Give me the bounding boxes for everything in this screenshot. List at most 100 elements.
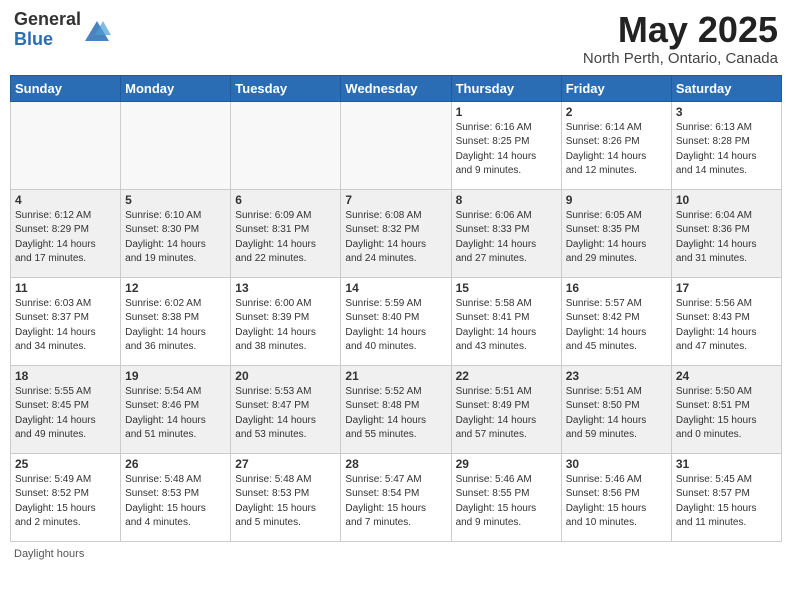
day-info: Sunrise: 6:02 AM Sunset: 8:38 PM Dayligh… bbox=[125, 297, 226, 355]
day-cell bbox=[341, 101, 451, 189]
day-info: Sunrise: 5:57 AM Sunset: 8:42 PM Dayligh… bbox=[566, 297, 667, 355]
day-cell: 11Sunrise: 6:03 AM Sunset: 8:37 PM Dayli… bbox=[11, 277, 121, 365]
day-cell: 1Sunrise: 6:16 AM Sunset: 8:25 PM Daylig… bbox=[451, 101, 561, 189]
week-row-4: 18Sunrise: 5:55 AM Sunset: 8:45 PM Dayli… bbox=[11, 365, 782, 453]
day-cell: 18Sunrise: 5:55 AM Sunset: 8:45 PM Dayli… bbox=[11, 365, 121, 453]
day-info: Sunrise: 5:45 AM Sunset: 8:57 PM Dayligh… bbox=[676, 473, 777, 531]
day-number: 24 bbox=[676, 369, 777, 383]
day-cell: 27Sunrise: 5:48 AM Sunset: 8:53 PM Dayli… bbox=[231, 453, 341, 541]
day-cell: 2 Sunrise: 6:14 AM Sunset: 8:26 PM Daylig… bbox=[561, 101, 671, 189]
day-number: 4 bbox=[15, 193, 116, 207]
day-number: 12 bbox=[125, 281, 226, 295]
day-number: 18 bbox=[15, 369, 116, 383]
day-number: 9 bbox=[566, 193, 667, 207]
day-number: 31 bbox=[676, 457, 777, 471]
day-cell: 31 Sunrise: 5:45 AM Sunset: 8:57 PM Dayli… bbox=[671, 453, 781, 541]
day-number: 15 bbox=[456, 281, 557, 295]
day-info: Sunrise: 5:56 AM Sunset: 8:43 PM Dayligh… bbox=[676, 297, 777, 355]
day-header-thursday: Thursday bbox=[451, 75, 561, 101]
day-number: 27 bbox=[235, 457, 336, 471]
day-cell: 7 Sunrise: 6:08 AM Sunset: 8:32 PM Daylig… bbox=[341, 189, 451, 277]
day-number: 30 bbox=[566, 457, 667, 471]
day-cell: 14 Sunrise: 5:59 AM Sunset: 8:40 PM Dayli… bbox=[341, 277, 451, 365]
day-info: Sunrise: 6:12 AM Sunset: 8:29 PM Dayligh… bbox=[15, 209, 116, 267]
day-cell: 17 Sunrise: 5:56 AM Sunset: 8:43 PM Dayli… bbox=[671, 277, 781, 365]
day-info: Sunrise: 6:09 AM Sunset: 8:31 PM Dayligh… bbox=[235, 209, 336, 267]
day-cell: 5Sunrise: 6:10 AM Sunset: 8:30 PM Daylig… bbox=[121, 189, 231, 277]
day-number: 3 bbox=[676, 105, 777, 119]
day-info: Sunrise: 5:58 AM Sunset: 8:41 PM Dayligh… bbox=[456, 297, 557, 355]
day-info: Sunrise: 6:05 AM Sunset: 8:35 PM Dayligh… bbox=[566, 209, 667, 267]
day-number: 16 bbox=[566, 281, 667, 295]
day-cell: 6 Sunrise: 6:09 AM Sunset: 8:31 PM Daylig… bbox=[231, 189, 341, 277]
day-info: Sunrise: 5:53 AM Sunset: 8:47 PM Dayligh… bbox=[235, 385, 336, 443]
day-info: Sunrise: 6:08 AM Sunset: 8:32 PM Dayligh… bbox=[345, 209, 446, 267]
day-info: Sunrise: 5:46 AM Sunset: 8:55 PM Dayligh… bbox=[456, 473, 557, 531]
day-number: 19 bbox=[125, 369, 226, 383]
day-cell: 24Sunrise: 5:50 AM Sunset: 8:51 PM Dayli… bbox=[671, 365, 781, 453]
day-number: 7 bbox=[345, 193, 446, 207]
week-row-5: 25Sunrise: 5:49 AM Sunset: 8:52 PM Dayli… bbox=[11, 453, 782, 541]
day-number: 25 bbox=[15, 457, 116, 471]
day-number: 13 bbox=[235, 281, 336, 295]
day-number: 14 bbox=[345, 281, 446, 295]
location: North Perth, Ontario, Canada bbox=[583, 50, 778, 67]
day-cell: 3 Sunrise: 6:13 AM Sunset: 8:28 PM Daylig… bbox=[671, 101, 781, 189]
day-number: 28 bbox=[345, 457, 446, 471]
day-cell: 8 Sunrise: 6:06 AM Sunset: 8:33 PM Daylig… bbox=[451, 189, 561, 277]
day-number: 23 bbox=[566, 369, 667, 383]
day-info: Sunrise: 6:14 AM Sunset: 8:26 PM Dayligh… bbox=[566, 121, 667, 179]
day-number: 26 bbox=[125, 457, 226, 471]
day-info: Sunrise: 6:00 AM Sunset: 8:39 PM Dayligh… bbox=[235, 297, 336, 355]
day-cell: 25Sunrise: 5:49 AM Sunset: 8:52 PM Dayli… bbox=[11, 453, 121, 541]
day-info: Sunrise: 6:13 AM Sunset: 8:28 PM Dayligh… bbox=[676, 121, 777, 179]
day-number: 2 bbox=[566, 105, 667, 119]
day-number: 20 bbox=[235, 369, 336, 383]
day-cell: 22 Sunrise: 5:51 AM Sunset: 8:49 PM Dayli… bbox=[451, 365, 561, 453]
day-number: 17 bbox=[676, 281, 777, 295]
day-cell bbox=[231, 101, 341, 189]
day-cell: 16 Sunrise: 5:57 AM Sunset: 8:42 PM Dayli… bbox=[561, 277, 671, 365]
day-cell: 4 Sunrise: 6:12 AM Sunset: 8:29 PM Daylig… bbox=[11, 189, 121, 277]
day-info: Sunrise: 6:04 AM Sunset: 8:36 PM Dayligh… bbox=[676, 209, 777, 267]
day-info: Sunrise: 5:48 AM Sunset: 8:53 PM Dayligh… bbox=[125, 473, 226, 531]
day-cell: 26 Sunrise: 5:48 AM Sunset: 8:53 PM Dayli… bbox=[121, 453, 231, 541]
day-number: 8 bbox=[456, 193, 557, 207]
day-info: Sunrise: 6:06 AM Sunset: 8:33 PM Dayligh… bbox=[456, 209, 557, 267]
day-number: 5 bbox=[125, 193, 226, 207]
day-cell: 10 Sunrise: 6:04 AM Sunset: 8:36 PM Dayli… bbox=[671, 189, 781, 277]
day-cell: 20 Sunrise: 5:53 AM Sunset: 8:47 PM Dayli… bbox=[231, 365, 341, 453]
day-header-monday: Monday bbox=[121, 75, 231, 101]
day-info: Sunrise: 5:47 AM Sunset: 8:54 PM Dayligh… bbox=[345, 473, 446, 531]
day-cell: 29Sunrise: 5:46 AM Sunset: 8:55 PM Dayli… bbox=[451, 453, 561, 541]
day-header-tuesday: Tuesday bbox=[231, 75, 341, 101]
day-cell: 19Sunrise: 5:54 AM Sunset: 8:46 PM Dayli… bbox=[121, 365, 231, 453]
calendar-table: SundayMondayTuesdayWednesdayThursdayFrid… bbox=[10, 75, 782, 542]
month-title: May 2025 bbox=[583, 10, 778, 50]
day-info: Sunrise: 5:59 AM Sunset: 8:40 PM Dayligh… bbox=[345, 297, 446, 355]
logo: General Blue bbox=[14, 10, 111, 50]
day-cell bbox=[121, 101, 231, 189]
daylight-hours-label: Daylight hours bbox=[14, 548, 84, 560]
week-row-2: 4 Sunrise: 6:12 AM Sunset: 8:29 PM Daylig… bbox=[11, 189, 782, 277]
day-number: 6 bbox=[235, 193, 336, 207]
logo-general-text: General bbox=[14, 10, 81, 30]
day-number: 11 bbox=[15, 281, 116, 295]
day-cell: 9 Sunrise: 6:05 AM Sunset: 8:35 PM Daylig… bbox=[561, 189, 671, 277]
day-cell: 28 Sunrise: 5:47 AM Sunset: 8:54 PM Dayli… bbox=[341, 453, 451, 541]
page-header: General Blue May 2025 North Perth, Ontar… bbox=[10, 10, 782, 67]
day-header-friday: Friday bbox=[561, 75, 671, 101]
day-number: 22 bbox=[456, 369, 557, 383]
week-row-1: 1Sunrise: 6:16 AM Sunset: 8:25 PM Daylig… bbox=[11, 101, 782, 189]
week-row-3: 11Sunrise: 6:03 AM Sunset: 8:37 PM Dayli… bbox=[11, 277, 782, 365]
day-cell bbox=[11, 101, 121, 189]
day-info: Sunrise: 5:46 AM Sunset: 8:56 PM Dayligh… bbox=[566, 473, 667, 531]
logo-blue-text: Blue bbox=[14, 30, 81, 50]
day-number: 10 bbox=[676, 193, 777, 207]
day-cell: 30 Sunrise: 5:46 AM Sunset: 8:56 PM Dayli… bbox=[561, 453, 671, 541]
day-info: Sunrise: 5:51 AM Sunset: 8:49 PM Dayligh… bbox=[456, 385, 557, 443]
day-header-sunday: Sunday bbox=[11, 75, 121, 101]
day-info: Sunrise: 5:51 AM Sunset: 8:50 PM Dayligh… bbox=[566, 385, 667, 443]
day-cell: 13 Sunrise: 6:00 AM Sunset: 8:39 PM Dayli… bbox=[231, 277, 341, 365]
day-info: Sunrise: 5:52 AM Sunset: 8:48 PM Dayligh… bbox=[345, 385, 446, 443]
